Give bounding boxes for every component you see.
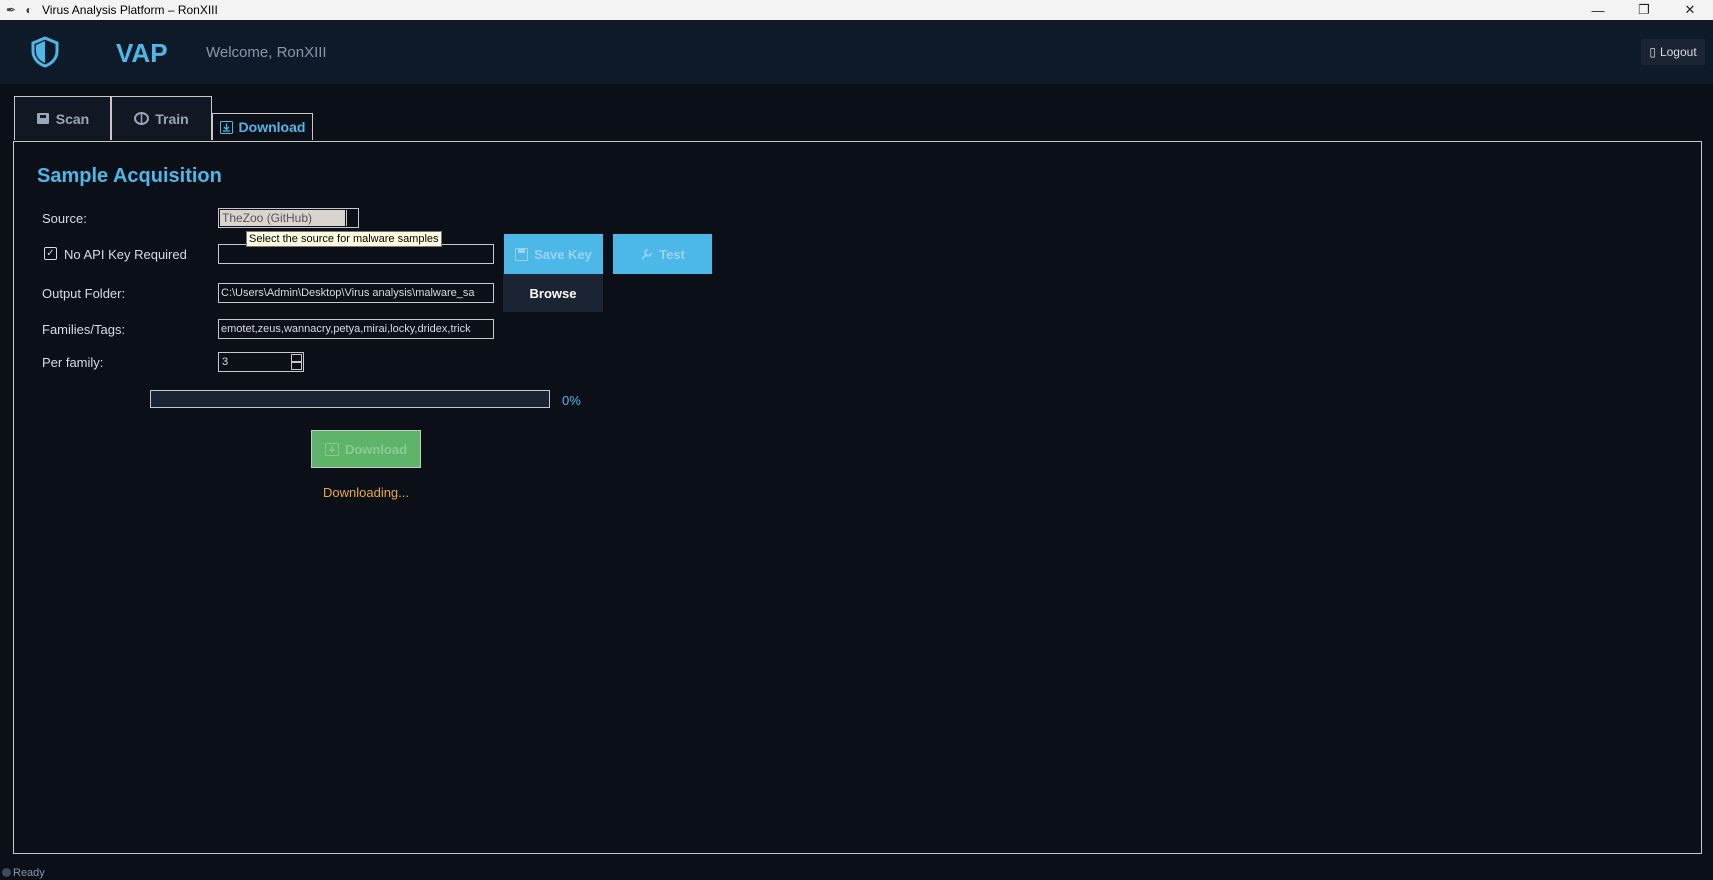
per-family-label: Per family: <box>42 355 104 370</box>
no-api-key-label: No API Key Required <box>64 247 187 262</box>
per-family-stepper[interactable]: 3 <box>218 352 304 372</box>
download-icon <box>219 120 233 134</box>
download-button-label: Download <box>344 441 408 457</box>
save-key-label: Save Key <box>534 246 592 262</box>
logout-button[interactable]: ▯ Logout <box>1641 39 1705 65</box>
source-dropdown-value: TheZoo (GitHub) <box>220 210 345 226</box>
source-dropdown[interactable]: TheZoo (GitHub) <box>218 208 359 228</box>
app-header: VAP Welcome, RonXIII ▯ Logout <box>0 20 1713 84</box>
restore-button[interactable]: ❐ <box>1621 0 1667 20</box>
window-titlebar: ✒ ◐ Virus Analysis Platform – RonXIII — … <box>0 0 1713 20</box>
save-key-button[interactable]: Save Key <box>504 234 603 274</box>
download-button[interactable]: Download <box>311 430 421 468</box>
families-input[interactable]: emotet,zeus,wannacry,petya,mirai,locky,d… <box>218 319 494 339</box>
download-progress-bar <box>150 390 550 408</box>
stepper-up-icon[interactable] <box>291 354 302 362</box>
brain-icon <box>134 112 150 125</box>
status-dot-icon <box>2 868 11 877</box>
stepper-down-icon[interactable] <box>291 362 302 370</box>
source-label: Source: <box>42 211 87 226</box>
tab-train[interactable]: Train <box>111 96 212 140</box>
scan-icon <box>36 113 49 124</box>
status-text: Ready <box>13 867 45 879</box>
window-title: Virus Analysis Platform – RonXIII <box>42 3 218 17</box>
app-name: VAP <box>116 38 168 68</box>
status-bar: Ready <box>0 866 1713 880</box>
progress-percent: 0% <box>562 393 581 408</box>
dropdown-arrow-icon[interactable] <box>346 210 357 226</box>
app-shield-icon: ◐ <box>25 3 33 17</box>
tab-scan-label: Scan <box>55 110 90 127</box>
floppy-icon <box>515 247 529 261</box>
browse-button[interactable]: Browse <box>503 274 603 312</box>
tab-download[interactable]: Download <box>212 113 313 140</box>
close-button[interactable]: ✕ <box>1667 0 1713 20</box>
logout-icon: ▯ <box>1649 45 1656 59</box>
api-key-input[interactable] <box>218 244 494 264</box>
shield-icon <box>31 36 59 68</box>
test-label: Test <box>659 246 685 262</box>
no-api-key-checkbox[interactable]: ✓ <box>44 247 57 260</box>
tab-scan[interactable]: Scan <box>14 96 111 140</box>
section-title: Sample Acquisition <box>37 165 222 187</box>
tab-train-label: Train <box>155 110 189 127</box>
per-family-value: 3 <box>222 356 229 368</box>
families-label: Families/Tags: <box>42 322 126 337</box>
welcome-text: Welcome, RonXIII <box>206 44 327 61</box>
test-button[interactable]: Test <box>613 234 712 274</box>
output-folder-input[interactable]: C:\Users\Admin\Desktop\Virus analysis\ma… <box>218 283 494 303</box>
feather-icon: ✒ <box>5 3 17 17</box>
download-icon <box>324 442 339 456</box>
output-folder-label: Output Folder: <box>42 286 126 301</box>
wrench-icon <box>641 248 652 260</box>
tab-bar: Scan Train Download <box>14 96 313 140</box>
logout-label: Logout <box>1659 45 1697 59</box>
source-tooltip: Select the source for malware samples <box>246 231 442 247</box>
minimize-button[interactable]: — <box>1575 0 1621 20</box>
download-status: Downloading... <box>323 485 409 500</box>
tab-download-label: Download <box>238 119 306 135</box>
